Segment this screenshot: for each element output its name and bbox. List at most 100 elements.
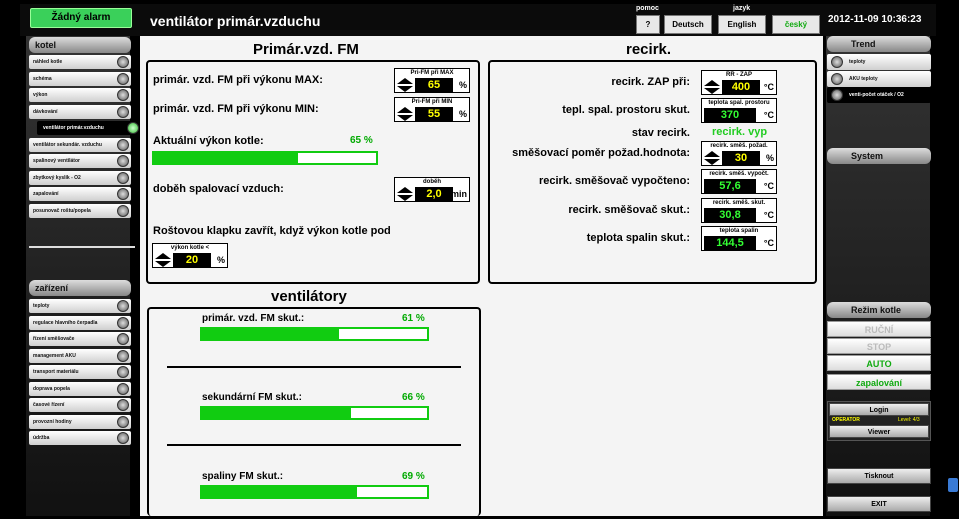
recirc-on-stepper[interactable] [703, 80, 721, 94]
after-run-value[interactable]: 2,0 [415, 187, 453, 201]
after-run-stepper[interactable] [396, 187, 414, 201]
room-temp-field: teplota spal. prostoru 370 °C [701, 98, 777, 123]
fan-secondary-label: sekundární FM skut.: [202, 392, 303, 403]
sidebar-zarizeni-item[interactable]: provozní hodiny [29, 414, 131, 429]
sidebar-kotel-item[interactable]: výkon [29, 88, 131, 102]
fan-flue-fill [202, 487, 358, 497]
room-temp-value: 370 [704, 108, 756, 122]
sidebar-item-label: náhled kotle [33, 59, 63, 65]
language-label: jazyk [733, 5, 751, 12]
trend-item[interactable]: AKU teploty [827, 70, 931, 87]
scroll-tab-icon[interactable] [948, 478, 958, 492]
print-button[interactable]: Tisknout [827, 468, 931, 484]
sidebar-kotel-item[interactable]: ventilátor sekundár. vzduchu [29, 137, 131, 152]
main-panel: Primár.vzd. FM primár. vzd. FM při výkon… [140, 36, 823, 516]
mode-manual-button[interactable]: RUČNÍ [827, 321, 931, 337]
sidebar-zarizeni-item[interactable]: řízení směšovače [29, 332, 131, 346]
alarm-status-button[interactable]: Žádný alarm [30, 8, 132, 28]
sidebar-kotel-item[interactable]: ventilátor primár.vzduchu [37, 121, 141, 135]
sidebar-item-label: doprava popela [33, 385, 70, 392]
status-knob-icon [117, 333, 129, 345]
sidebar-item-label: ventilátor sekundár. vzduchu [33, 141, 102, 148]
fan-primary-percent: 61 % [402, 313, 425, 324]
room-temp-label: tepl. spal. prostoru skut. [562, 104, 690, 116]
fm-max-stepper[interactable] [396, 78, 414, 92]
sidebar-item-label: transport materiálu [33, 369, 79, 375]
right-sidebar [826, 36, 930, 516]
sidebar-item-label: regulace hlavního čerpadla [33, 319, 98, 326]
mix-setpoint-title: recirk. směš. požad. [710, 143, 768, 149]
fm-min-label: primár. vzd. FM při výkonu MIN: [153, 103, 319, 115]
recirc-state-value: recirk. vyp [712, 126, 768, 138]
mix-setpoint-unit: % [765, 153, 774, 163]
fm-max-field: Pri-FM při MAX 65 % [394, 68, 470, 93]
sidebar-kotel-item[interactable]: posunovač roštu/popela [29, 203, 131, 218]
language-czech-button[interactable]: český [772, 15, 820, 34]
sidebar-item-label: posunovač roštu/popela [33, 207, 91, 214]
sidebar-zarizeni-item[interactable]: management AKU [29, 348, 131, 363]
mix-setpoint-value[interactable]: 30 [722, 151, 760, 165]
mode-ignition-button[interactable]: zapalování [827, 374, 931, 390]
trend-item[interactable]: teploty [827, 54, 931, 70]
sidebar-zarizeni-item[interactable]: časové řízení [29, 398, 131, 412]
recirc-on-value[interactable]: 400 [722, 80, 760, 94]
sidebar-item-label: management AKU [33, 352, 76, 359]
sidebar-kotel-item[interactable]: spalinový ventilátor [29, 154, 131, 168]
sidebar-item-label: řízení směšovače [33, 336, 75, 342]
sidebar-zarizeni-item[interactable]: doprava popela [29, 381, 131, 396]
status-knob-icon [117, 316, 129, 329]
recirc-state-label: stav recirk. [631, 127, 690, 139]
recirc-on-label: recirk. ZAP při: [611, 76, 690, 88]
trend-item-label: AKU teploty [849, 75, 878, 82]
operator-label: OPERATOR [832, 417, 860, 423]
after-run-label: doběh spalovací vzduch: [153, 183, 284, 195]
exit-button[interactable]: EXIT [827, 496, 931, 512]
fm-min-unit: % [458, 109, 467, 119]
trend-item[interactable]: venti-počet otáček / O2 [827, 87, 931, 103]
mix-calc-label: recirk. směšovač vypočteno: [538, 175, 690, 187]
mix-actual-value: 30,8 [704, 208, 756, 222]
grate-unit: % [216, 255, 225, 265]
fan-flue-percent: 69 % [402, 471, 425, 482]
system-button[interactable]: System [827, 148, 931, 164]
language-english-button[interactable]: English [718, 15, 766, 34]
help-button[interactable]: ? [636, 15, 660, 34]
sidebar-kotel-item[interactable]: zbytkový kyslík - O2 [29, 170, 131, 185]
login-button[interactable]: Login [829, 403, 929, 416]
boiler-power-percent: 65 % [350, 135, 373, 146]
mix-setpoint-stepper[interactable] [703, 151, 721, 165]
mix-calc-unit: °C [763, 181, 774, 191]
sidebar-kotel-item[interactable]: dávkování [29, 104, 131, 119]
status-knob-icon [117, 89, 129, 101]
grate-value[interactable]: 20 [173, 253, 211, 267]
boiler-power-label: Aktuální výkon kotle: [153, 135, 264, 147]
sidebar-zarizeni-item[interactable]: regulace hlavního čerpadla [29, 315, 131, 330]
fan-secondary-bar [200, 406, 429, 420]
trend-header[interactable]: Trend [827, 36, 931, 52]
mode-auto-button[interactable]: AUTO [827, 355, 931, 371]
fan-primary-fill [202, 329, 340, 339]
grate-stepper[interactable] [154, 253, 172, 267]
mode-stop-button[interactable]: STOP [827, 338, 931, 354]
fm-min-stepper[interactable] [396, 107, 414, 121]
fm-max-value[interactable]: 65 [415, 78, 453, 92]
sidebar-item-label: dávkování [33, 108, 58, 115]
sidebar-kotel-item[interactable]: zapalování [29, 187, 131, 201]
sidebar-zarizeni-item[interactable]: teploty [29, 299, 131, 313]
sidebar-zarizeni-item[interactable]: transport materiálu [29, 365, 131, 379]
grate-field: výkon kotle < 20 % [152, 243, 228, 268]
mix-actual-label: recirk. směšovač skut.: [568, 204, 690, 216]
status-knob-icon [117, 399, 129, 411]
sidebar-section-zarizeni[interactable]: zařízení [29, 280, 131, 296]
sidebar-zarizeni-item[interactable]: údržba [29, 431, 131, 445]
sidebar-item-label: zapalování [33, 191, 59, 197]
page-title: ventilátor primár.vzduchu [150, 13, 321, 29]
sidebar-kotel-item[interactable]: schéma [29, 71, 131, 86]
mix-actual-unit: °C [763, 210, 774, 220]
language-deutsch-button[interactable]: Deutsch [664, 15, 712, 34]
fan-secondary-fill [202, 408, 351, 418]
fm-min-value[interactable]: 55 [415, 107, 453, 121]
viewer-button[interactable]: Viewer [829, 425, 929, 438]
sidebar-section-kotel[interactable]: kotel [29, 37, 131, 53]
sidebar-kotel-item[interactable]: náhled kotle [29, 55, 131, 69]
